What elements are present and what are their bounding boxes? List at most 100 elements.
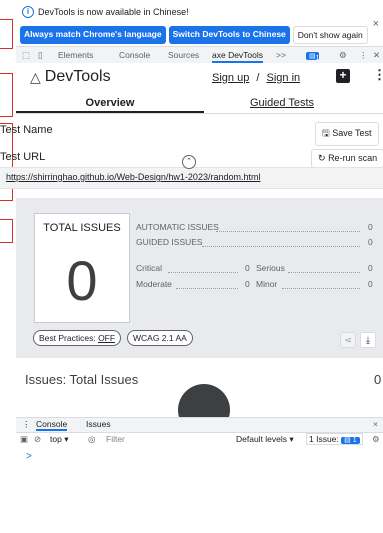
infobar-message: DevTools is now available in Chinese!	[38, 7, 189, 17]
messages-count: 1	[315, 55, 320, 62]
drawer-tab-issues[interactable]: Issues	[86, 419, 111, 429]
default-levels-dropdown[interactable]: Default levels ▾	[236, 434, 294, 445]
critical-label[interactable]: Critical	[136, 263, 162, 273]
context-label: top	[50, 434, 62, 444]
rerun-scan-label: Re-run scan	[328, 153, 378, 163]
axe-title: △ DevTools	[30, 68, 111, 86]
serious-label[interactable]: Serious	[256, 263, 285, 273]
infobar-close-icon[interactable]: ×	[373, 18, 379, 30]
guided-issues-label[interactable]: GUIDED ISSUES	[136, 237, 203, 247]
share-icon[interactable]: ⋖	[340, 332, 356, 348]
console-sidebar-icon[interactable]: ▣	[20, 434, 28, 445]
total-issues-value: 0	[66, 249, 98, 312]
best-practices-label: Best Practices:	[39, 333, 99, 343]
minor-value: 0	[368, 279, 373, 289]
dont-show-again-button[interactable]: Don't show again	[292, 26, 368, 44]
drawer-close-icon[interactable]: ×	[373, 419, 378, 429]
levels-label: Default levels	[236, 434, 288, 444]
more-tabs-icon[interactable]: >>	[276, 50, 286, 60]
wcag-level-selector[interactable]: WCAG 2.1 AA	[127, 330, 193, 346]
signup-link[interactable]: Sign up	[212, 72, 249, 84]
minor-dots	[282, 288, 360, 289]
annotation-box-4	[0, 219, 13, 243]
console-filter-input[interactable]: Filter	[106, 434, 125, 444]
issues-counter-label: 1 Issue:	[309, 434, 339, 444]
guided-dots	[202, 246, 360, 247]
rerun-scan-button[interactable]: ↻ Re-run scan	[311, 149, 383, 168]
serious-dots	[288, 272, 360, 273]
overview-active-indicator	[16, 111, 204, 113]
axe-menu-icon[interactable]: ⋮	[373, 67, 383, 83]
infobar-message-row: i DevTools is now available in Chinese!	[22, 6, 189, 18]
issues-title: Issues: Total Issues	[25, 372, 139, 387]
best-practices-toggle[interactable]: Best Practices: OFF	[33, 330, 122, 346]
moderate-dots	[176, 288, 238, 289]
save-test-button[interactable]: 🖫 Save Test	[315, 122, 379, 146]
minor-label[interactable]: Minor	[256, 279, 277, 289]
axe-title-text: DevTools	[44, 68, 111, 85]
drawer-menu-icon[interactable]: ⋮	[22, 419, 31, 430]
critical-value: 0	[245, 263, 250, 273]
context-selector[interactable]: top ▾	[50, 434, 68, 445]
total-issues-card: TOTAL ISSUES 0	[34, 213, 130, 323]
switch-to-chinese-button[interactable]: Switch DevTools to Chinese	[168, 26, 290, 44]
live-expression-eye-icon[interactable]: ◎	[88, 434, 95, 445]
settings-gear-icon[interactable]: ⚙	[339, 50, 347, 61]
test-name-label: Test Name	[0, 124, 53, 136]
issues-counter-value: 1	[352, 437, 357, 444]
collapse-chevron-up-icon[interactable]: ⌃	[182, 155, 196, 169]
issues-count: 0	[374, 372, 382, 387]
serious-value: 0	[368, 263, 373, 273]
clear-console-icon[interactable]: ⊘	[34, 434, 41, 445]
devtools-close-icon[interactable]: ✕	[373, 50, 380, 61]
info-icon: i	[22, 6, 34, 18]
moderate-label[interactable]: Moderate	[136, 279, 172, 289]
tab-console[interactable]: Console	[119, 50, 150, 60]
automatic-issues-value: 0	[368, 222, 373, 232]
issues-counter-button[interactable]: 1 Issue: ▤ 1	[306, 433, 363, 445]
signin-link[interactable]: Sign in	[267, 72, 301, 84]
automatic-issues-label[interactable]: AUTOMATIC ISSUES	[136, 222, 219, 232]
issues-counter-badge: ▤ 1	[341, 437, 360, 444]
test-url-label: Test URL	[0, 151, 46, 163]
total-issues-title: TOTAL ISSUES	[43, 222, 121, 234]
critical-dots	[168, 272, 238, 273]
tab-overview[interactable]: Overview	[16, 97, 204, 109]
devtools-menu-icon[interactable]: ⋮	[359, 50, 368, 61]
save-icon: 🖫	[322, 128, 330, 138]
device-toolbar-icon[interactable]: ▯	[38, 50, 43, 61]
save-test-label: Save Test	[332, 128, 372, 138]
summary-panel: TOTAL ISSUES 0 AUTOMATIC ISSUES 0 GUIDED…	[16, 198, 383, 358]
drawer-tab-console[interactable]: Console	[36, 419, 68, 431]
devtools-tabbar: ⬚ ▯ Elements Console Sources axe DevTool…	[16, 46, 383, 64]
axe-subtabs: Overview Guided Tests	[16, 93, 383, 114]
annotation-box-2	[0, 73, 13, 117]
tab-axe-devtools[interactable]: axe DevTools	[212, 50, 264, 63]
best-practices-state: OFF	[98, 333, 116, 343]
tab-elements[interactable]: Elements	[58, 50, 93, 60]
infobar-buttons: Always match Chrome's language Switch De…	[20, 26, 368, 44]
download-icon[interactable]: ⤓	[360, 332, 376, 348]
always-match-language-button[interactable]: Always match Chrome's language	[20, 26, 166, 44]
console-drawer-tabs: ⋮ Console Issues ×	[16, 417, 383, 432]
console-toolbar: ▣ ⊘ top ▾ ◎ Filter Default levels ▾ 1 Is…	[16, 432, 383, 448]
test-url-box: https://shirringhao.github.io/Web-Design…	[0, 167, 383, 189]
axe-logo-icon: △	[30, 68, 41, 85]
guided-issues-value: 0	[368, 237, 373, 247]
tab-guided-tests[interactable]: Guided Tests	[250, 97, 314, 109]
language-infobar: i DevTools is now available in Chinese! …	[16, 0, 383, 46]
automatic-dots	[216, 231, 360, 232]
annotation-box-1	[0, 19, 13, 49]
console-settings-icon[interactable]: ⚙	[372, 434, 380, 445]
test-url-link[interactable]: https://shirringhao.github.io/Web-Design…	[6, 172, 260, 182]
console-output[interactable]: >	[16, 447, 383, 533]
auth-links: Sign up / Sign in	[212, 72, 300, 84]
moderate-value: 0	[245, 279, 250, 289]
new-scan-plus-icon[interactable]: +	[336, 69, 350, 83]
inspect-element-icon[interactable]: ⬚	[22, 50, 30, 61]
axe-header: △ DevTools Sign up / Sign in + ⋮	[16, 63, 383, 91]
console-prompt: >	[26, 451, 32, 462]
auth-separator: /	[256, 72, 260, 84]
refresh-icon: ↻	[318, 153, 326, 163]
tab-sources[interactable]: Sources	[168, 50, 199, 60]
